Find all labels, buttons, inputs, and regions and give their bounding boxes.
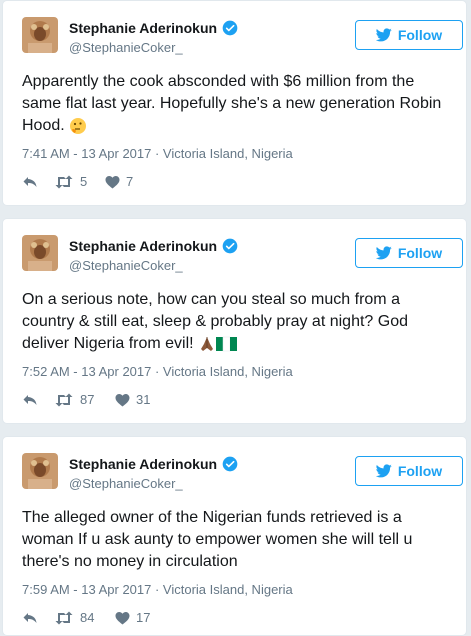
heart-icon: [115, 611, 130, 624]
retweet-icon: [55, 393, 73, 406]
tweet-text: The alleged owner of the Nigerian funds …: [22, 507, 442, 573]
avatar[interactable]: [22, 17, 58, 53]
avatar[interactable]: [22, 453, 58, 489]
reply-button[interactable]: [22, 175, 54, 189]
twitter-bird-icon: [375, 246, 392, 260]
praying-hands-emoji: [201, 336, 214, 351]
like-count: 7: [126, 174, 134, 189]
follow-label: Follow: [397, 27, 443, 43]
display-name[interactable]: Stephanie Aderinokun: [69, 238, 238, 254]
user-handle[interactable]: @StephanieCoker_: [69, 258, 183, 273]
verified-badge-icon: [222, 238, 238, 254]
tweet-card: Stephanie Aderinokun @StephanieCoker_ Fo…: [2, 436, 467, 636]
tweet-actions: 84 17: [22, 610, 150, 625]
avatar[interactable]: [22, 235, 58, 271]
like-button[interactable]: 31: [115, 392, 150, 407]
retweet-count: 84: [80, 610, 95, 625]
follow-button[interactable]: Follow: [355, 238, 463, 268]
like-count: 31: [136, 392, 151, 407]
verified-badge-icon: [222, 20, 238, 36]
reply-button[interactable]: [22, 611, 54, 625]
twitter-bird-icon: [375, 464, 392, 478]
retweet-count: 5: [80, 174, 88, 189]
heart-icon: [115, 393, 130, 406]
retweet-button[interactable]: 5: [54, 174, 105, 189]
retweet-button[interactable]: 84: [54, 610, 115, 625]
tweet-text-content: The alleged owner of the Nigerian funds …: [22, 509, 413, 570]
tweet-timestamp[interactable]: 7:52 AM - 13 Apr 2017 · Victoria Island,…: [22, 364, 293, 379]
tweet-text: On a serious note, how can you steal so …: [22, 289, 442, 355]
tweet-timestamp[interactable]: 7:59 AM - 13 Apr 2017 · Victoria Island,…: [22, 582, 293, 597]
thinking-face-emoji: [70, 117, 87, 134]
twitter-bird-icon: [375, 28, 392, 42]
display-name-text: Stephanie Aderinokun: [69, 456, 218, 472]
retweet-icon: [55, 611, 73, 624]
retweet-button[interactable]: 87: [54, 392, 115, 407]
retweet-icon: [55, 175, 73, 188]
display-name[interactable]: Stephanie Aderinokun: [69, 456, 238, 472]
like-button[interactable]: 17: [115, 610, 150, 625]
tweet-actions: 87 31: [22, 392, 150, 407]
verified-badge-icon: [222, 456, 238, 472]
reply-icon: [23, 176, 37, 187]
tweet-text: Apparently the cook absconded with $6 mi…: [22, 71, 442, 137]
user-handle[interactable]: @StephanieCoker_: [69, 476, 183, 491]
heart-icon: [105, 175, 120, 188]
reply-icon: [23, 394, 37, 405]
tweet-actions: 5 7: [22, 174, 133, 189]
display-name-text: Stephanie Aderinokun: [69, 20, 218, 36]
display-name-text: Stephanie Aderinokun: [69, 238, 218, 254]
like-button[interactable]: 7: [105, 174, 133, 189]
tweet-card: Stephanie Aderinokun @StephanieCoker_ Fo…: [2, 218, 467, 424]
like-count: 17: [136, 610, 151, 625]
follow-label: Follow: [397, 463, 443, 479]
nigeria-flag-emoji: [216, 336, 238, 352]
reply-icon: [23, 612, 37, 623]
follow-label: Follow: [397, 245, 443, 261]
tweet-timestamp[interactable]: 7:41 AM - 13 Apr 2017 · Victoria Island,…: [22, 146, 293, 161]
follow-button[interactable]: Follow: [355, 20, 463, 50]
tweet-card: Stephanie Aderinokun @StephanieCoker_ Fo…: [2, 0, 467, 206]
reply-button[interactable]: [22, 393, 54, 407]
display-name[interactable]: Stephanie Aderinokun: [69, 20, 238, 36]
user-handle[interactable]: @StephanieCoker_: [69, 40, 183, 55]
retweet-count: 87: [80, 392, 95, 407]
follow-button[interactable]: Follow: [355, 456, 463, 486]
